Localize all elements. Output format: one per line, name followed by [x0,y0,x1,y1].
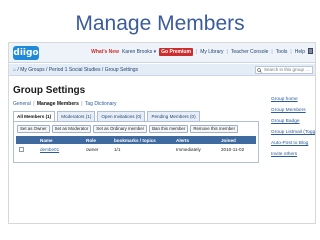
search-placeholder: Search in this group ... [264,67,310,72]
top-nav: What's New Karen Brooks ▾ Go Premium | M… [88,48,313,56]
settings-subnav: General | Manage Members | Tag Dictionar… [13,101,117,107]
sidebar-invite-others[interactable]: Invite others [271,152,315,163]
nav-separator: | [271,49,273,55]
sidebar-group-listmail[interactable]: Group Listmail (Toggle) [271,130,315,141]
member-role: owner [86,146,99,152]
col-name[interactable]: Name [40,138,53,143]
sidebar-auto-post[interactable]: Auto-Post to Blog [271,141,315,152]
table-row: dembe01 owner 1/1 Immediately 2010-11-02 [16,145,256,153]
subnav-general[interactable]: General [13,101,31,107]
search-icon [257,68,262,73]
member-joined: 2010-11-02 [221,146,245,152]
nav-separator: | [226,49,228,55]
breadcrumb-bar: ⌂ / My Groups / Period 1 Social Studies … [9,64,315,76]
breadcrumb-current: Group Settings [104,67,139,73]
group-sidebar: Group home Group Members Group Badge Gro… [271,97,315,163]
sidebar-group-members[interactable]: Group Members [271,108,315,119]
diigo-logo[interactable]: diigo [13,46,39,60]
tab-moderators[interactable]: Moderators (1) [57,111,96,121]
subnav-separator: | [33,101,35,107]
ban-member-button[interactable]: Ban this member [149,125,189,133]
set-ordinary-button[interactable]: Set as Ordinary member [93,125,148,133]
whats-new-link[interactable]: What's New [91,49,119,55]
go-premium-button[interactable]: Go Premium [159,48,193,56]
remove-member-button[interactable]: Remove this member [190,125,239,133]
home-icon[interactable]: ⌂ [13,67,16,73]
top-bar: diigo What's New Karen Brooks ▾ Go Premi… [9,43,315,63]
member-alerts[interactable]: Immediately [176,147,201,152]
subnav-manage-members: Manage Members [36,101,79,107]
set-moderator-button[interactable]: Set as Moderator [51,125,92,133]
col-bookmarks[interactable]: bookmarks / topics [114,138,156,143]
member-bookmarks: 1/1 [114,146,121,152]
col-alerts[interactable]: Alerts [176,138,189,143]
row-checkbox[interactable] [19,146,24,152]
breadcrumb-my-groups[interactable]: My Groups [20,67,44,73]
door-icon[interactable] [308,48,313,56]
tab-all-members[interactable]: All Members (1) [13,111,56,121]
tab-pending-members[interactable]: Pending Members (0) [147,111,200,121]
breadcrumb-separator: / [17,67,19,73]
sidebar-group-home[interactable]: Group home [271,97,315,108]
tab-open-invitations[interactable]: Open Invitations (0) [97,111,146,121]
subnav-separator: | [81,101,83,107]
screenshot-frame: diigo What's New Karen Brooks ▾ Go Premi… [8,42,316,224]
members-table-header: Name Role bookmarks / topics Alerts Join… [16,136,256,144]
help-link[interactable]: Help [295,49,305,55]
sidebar-group-badge[interactable]: Group Badge [271,119,315,130]
col-role[interactable]: Role [86,138,96,143]
member-name-link[interactable]: dembe01 [40,147,59,152]
breadcrumb-separator: / [101,67,104,73]
set-owner-button[interactable]: Set as Owner [17,125,50,133]
col-joined[interactable]: Joined [221,138,236,143]
nav-separator: | [195,49,198,55]
subnav-tag-dictionary[interactable]: Tag Dictionary [85,101,117,107]
member-tabs: All Members (1) Moderators (1) Open Invi… [13,111,202,121]
tools-link[interactable]: Tools [276,49,288,55]
member-actions: Set as Owner Set as Moderator Set as Ord… [17,125,240,133]
breadcrumb-separator: / [46,67,48,73]
nav-separator: | [290,49,292,55]
breadcrumb: ⌂ / My Groups / Period 1 Social Studies … [13,67,138,73]
members-panel: Set as Owner Set as Moderator Set as Ord… [13,121,259,163]
slide-title: Manage Members [75,12,245,35]
search-input[interactable]: Search in this group ... [255,66,313,74]
page-title: Group Settings [13,85,86,96]
user-menu[interactable]: Karen Brooks ▾ [122,49,156,55]
teacher-console-link[interactable]: Teacher Console [231,49,269,55]
breadcrumb-group[interactable]: Period 1 Social Studies [49,67,101,73]
my-library-link[interactable]: My Library [200,49,223,55]
